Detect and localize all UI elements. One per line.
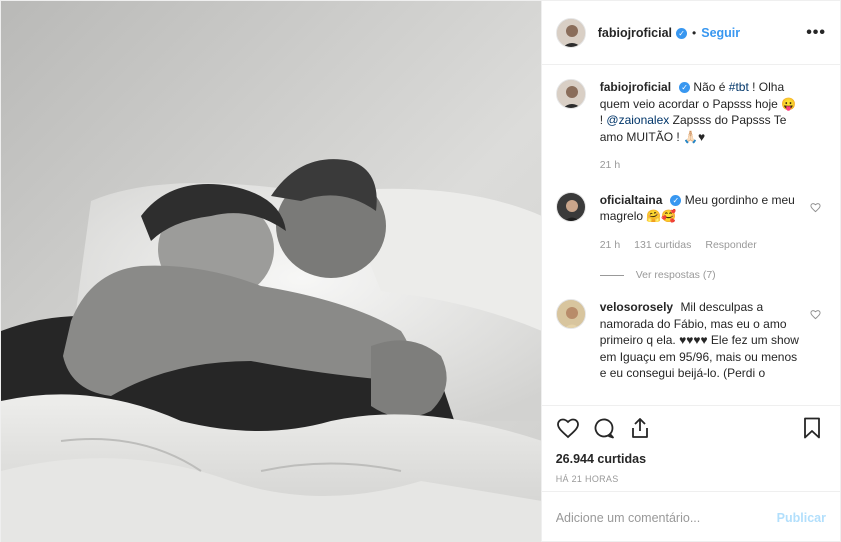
caption-time[interactable]: 21 h (600, 157, 620, 174)
hashtag-link[interactable]: #tbt (729, 80, 749, 94)
avatar-image-icon (556, 18, 585, 47)
reply-button[interactable]: Responder (705, 237, 756, 254)
avatar-image-icon (556, 300, 585, 328)
comment-item: oficialtaina ✓ Meu gordinho e meu magrelo… (555, 191, 826, 254)
more-options-icon[interactable]: ••• (806, 24, 826, 42)
comments-list[interactable]: fabiojroficial ✓ Não é #tbt ! Olha quem v… (542, 65, 840, 405)
post-actions: 26.944 curtidas HÁ 21 HORAS Publicar (541, 405, 840, 542)
comment-like-heart-icon[interactable] (810, 202, 822, 214)
caption-avatar[interactable] (555, 79, 586, 109)
caption-body: fabiojroficial ✓ Não é #tbt ! Olha quem v… (600, 79, 826, 174)
verified-badge-icon: ✓ (670, 194, 682, 206)
comment-input[interactable] (555, 510, 777, 525)
photo-illustration (1, 1, 541, 542)
action-icons (556, 406, 826, 452)
likes-count[interactable]: 26.944 curtidas (556, 452, 826, 466)
replies-divider (599, 274, 624, 276)
commenter-avatar[interactable] (555, 299, 586, 329)
commenter-avatar[interactable] (555, 191, 586, 222)
add-comment-bar: Publicar (541, 491, 840, 542)
separator-dot: • (692, 25, 697, 40)
caption-text: Não é (693, 80, 729, 94)
post-photo[interactable] (1, 1, 541, 542)
avatar-image-icon (556, 192, 585, 221)
view-replies-button[interactable]: Ver respostas (7) (599, 269, 826, 281)
post-time[interactable]: HÁ 21 HORAS (556, 474, 826, 484)
caption-username[interactable]: fabiojroficial (600, 80, 671, 94)
mention-link[interactable]: @zaionalex (606, 113, 669, 127)
caption: fabiojroficial ✓ Não é #tbt ! Olha quem v… (555, 79, 826, 174)
instagram-post: fabiojroficial ✓ • Seguir ••• fabiojrofic… (0, 0, 841, 542)
comment-username[interactable]: velosorosely (600, 300, 673, 314)
comment-item: velosorosely Mil desculpas a namorada do… (555, 299, 826, 382)
publish-button[interactable]: Publicar (777, 511, 826, 525)
comment-body: oficialtaina ✓ Meu gordinho e meu magrelo… (600, 192, 826, 254)
comment-meta: 21 h 131 curtidas Responder (600, 237, 800, 254)
author-username-text[interactable]: fabiojroficial (598, 26, 672, 40)
comment-time[interactable]: 21 h (600, 237, 620, 254)
bookmark-icon[interactable] (800, 416, 826, 442)
comment-likes[interactable]: 131 curtidas (634, 237, 691, 254)
follow-button[interactable]: Seguir (701, 26, 740, 40)
post-sidebar: fabiojroficial ✓ • Seguir ••• fabiojrofic… (540, 1, 840, 542)
comment-like-heart-icon[interactable] (810, 309, 822, 321)
author-avatar[interactable] (555, 17, 586, 48)
author-username[interactable]: fabiojroficial ✓ (598, 26, 688, 40)
caption-meta: 21 h (600, 157, 800, 174)
post-header: fabiojroficial ✓ • Seguir ••• (541, 1, 840, 65)
avatar-image-icon (556, 80, 585, 108)
comment-body: velosorosely Mil desculpas a namorada do… (600, 299, 826, 382)
heart-icon[interactable] (556, 416, 582, 442)
comment-icon[interactable] (592, 416, 618, 442)
verified-badge-icon: ✓ (676, 27, 688, 39)
share-icon[interactable] (628, 416, 654, 442)
verified-badge-icon: ✓ (679, 82, 691, 94)
view-replies-label[interactable]: Ver respostas (7) (636, 269, 716, 281)
comment-username[interactable]: oficialtaina (600, 193, 663, 207)
